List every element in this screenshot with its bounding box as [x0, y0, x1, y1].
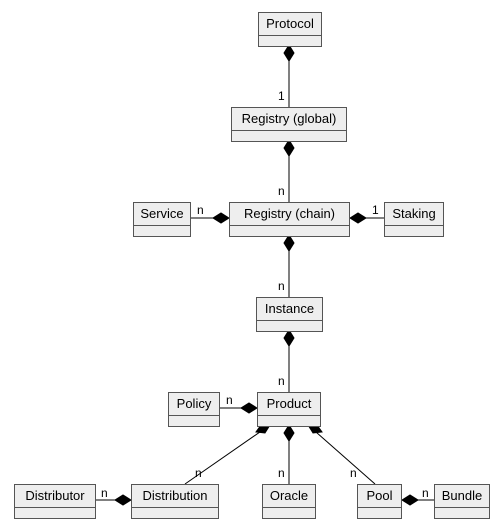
- class-label: Registry (global): [232, 108, 346, 131]
- class-label: Staking: [385, 203, 443, 226]
- class-label: Oracle: [263, 485, 315, 508]
- class-pool: Pool: [357, 484, 402, 519]
- class-label: Policy: [169, 393, 219, 416]
- class-label: Pool: [358, 485, 401, 508]
- class-label: Distribution: [132, 485, 218, 508]
- class-label: Service: [134, 203, 190, 226]
- class-staking: Staking: [384, 202, 444, 237]
- class-distributor: Distributor: [14, 484, 96, 519]
- class-distribution: Distribution: [131, 484, 219, 519]
- mult-label: 1: [278, 89, 285, 103]
- class-registry-chain: Registry (chain): [229, 202, 350, 237]
- class-label: Instance: [257, 298, 322, 321]
- class-label: Distributor: [15, 485, 95, 508]
- mult-label: n: [278, 184, 285, 198]
- mult-label: n: [197, 203, 204, 217]
- mult-label: n: [278, 466, 285, 480]
- mult-label: n: [226, 393, 233, 407]
- connectors: [0, 0, 502, 529]
- class-label: Product: [258, 393, 320, 416]
- class-protocol: Protocol: [258, 12, 322, 47]
- class-label: Registry (chain): [230, 203, 349, 226]
- class-bundle: Bundle: [434, 484, 490, 519]
- mult-label: n: [195, 466, 202, 480]
- mult-label: n: [278, 279, 285, 293]
- mult-label: n: [101, 486, 108, 500]
- class-product: Product: [257, 392, 321, 427]
- class-policy: Policy: [168, 392, 220, 427]
- class-label: Bundle: [435, 485, 489, 508]
- class-instance: Instance: [256, 297, 323, 332]
- uml-diagram: { "nodes": { "protocol": "Protocol", "re…: [0, 0, 502, 529]
- mult-label: n: [350, 466, 357, 480]
- class-registry-global: Registry (global): [231, 107, 347, 142]
- class-label: Protocol: [259, 13, 321, 36]
- class-service: Service: [133, 202, 191, 237]
- class-oracle: Oracle: [262, 484, 316, 519]
- mult-label: n: [422, 486, 429, 500]
- mult-label: n: [278, 374, 285, 388]
- mult-label: 1: [372, 203, 379, 217]
